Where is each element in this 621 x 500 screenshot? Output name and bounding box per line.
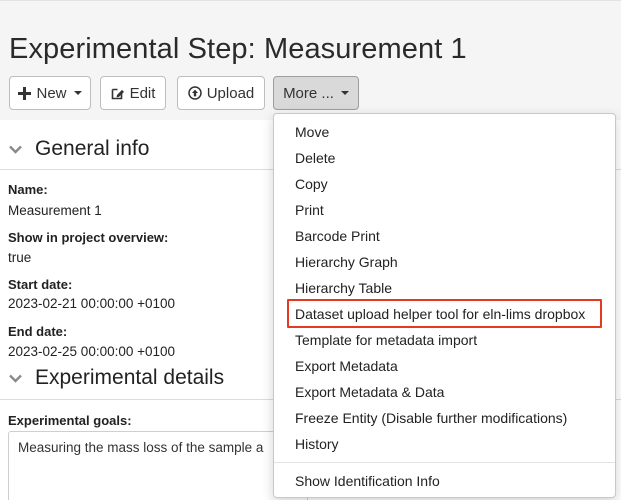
end-date-value: 2023-02-25 00:00:00 +0100 bbox=[8, 344, 176, 359]
menu-item-print[interactable]: Print bbox=[295, 201, 324, 219]
new-button[interactable]: New bbox=[9, 76, 91, 110]
highlight-box bbox=[287, 299, 602, 328]
chevron-down-icon bbox=[9, 374, 22, 383]
menu-item-freeze-entity[interactable]: Freeze Entity (Disable further modificat… bbox=[295, 409, 567, 427]
edit-button[interactable]: Edit bbox=[100, 76, 166, 110]
start-date-value: 2023-02-21 00:00:00 +0100 bbox=[8, 296, 176, 311]
edit-icon bbox=[111, 86, 125, 100]
general-info-header[interactable]: General info bbox=[8, 137, 149, 161]
name-label: Name: bbox=[8, 182, 48, 197]
caret-down-icon bbox=[340, 91, 349, 95]
upload-icon bbox=[187, 86, 202, 100]
menu-item-hierarchy-table[interactable]: Hierarchy Table bbox=[295, 279, 392, 297]
end-date-label: End date: bbox=[8, 324, 68, 339]
menu-item-export-metadata[interactable]: Export Metadata bbox=[295, 357, 398, 375]
more-button[interactable]: More ... bbox=[273, 76, 359, 110]
menu-divider bbox=[274, 462, 615, 463]
experimental-goals-label: Experimental goals: bbox=[8, 413, 132, 428]
experimental-details-header[interactable]: Experimental details bbox=[8, 366, 224, 390]
menu-item-copy[interactable]: Copy bbox=[295, 175, 328, 193]
new-button-label: New bbox=[36, 84, 67, 102]
show-in-overview-value: true bbox=[8, 250, 32, 265]
menu-item-barcode-print[interactable]: Barcode Print bbox=[295, 227, 380, 245]
experimental-goals-textarea[interactable]: Measuring the mass loss of the sample a bbox=[8, 431, 308, 500]
chevron-down-icon bbox=[9, 145, 22, 154]
menu-item-show-identification-info[interactable]: Show Identification Info bbox=[295, 472, 440, 490]
upload-button[interactable]: Upload bbox=[177, 76, 265, 110]
edit-button-label: Edit bbox=[129, 84, 156, 102]
plus-icon bbox=[18, 86, 32, 100]
menu-item-move[interactable]: Move bbox=[295, 123, 329, 141]
start-date-label: Start date: bbox=[8, 277, 73, 292]
more-button-label: More ... bbox=[283, 84, 334, 102]
name-value: Measurement 1 bbox=[8, 203, 102, 218]
menu-item-hierarchy-graph[interactable]: Hierarchy Graph bbox=[295, 253, 398, 271]
experimental-details-title: Experimental details bbox=[35, 366, 225, 389]
page-title: Experimental Step: Measurement 1 bbox=[9, 33, 467, 65]
caret-down-icon bbox=[73, 91, 82, 95]
general-info-title: General info bbox=[35, 137, 150, 160]
menu-item-export-metadata-data[interactable]: Export Metadata & Data bbox=[295, 383, 444, 401]
menu-item-history[interactable]: History bbox=[295, 435, 339, 453]
upload-button-label: Upload bbox=[206, 84, 255, 102]
menu-item-template-metadata-import[interactable]: Template for metadata import bbox=[295, 331, 477, 349]
menu-item-delete[interactable]: Delete bbox=[295, 149, 335, 167]
show-in-overview-label: Show in project overview: bbox=[8, 230, 169, 245]
